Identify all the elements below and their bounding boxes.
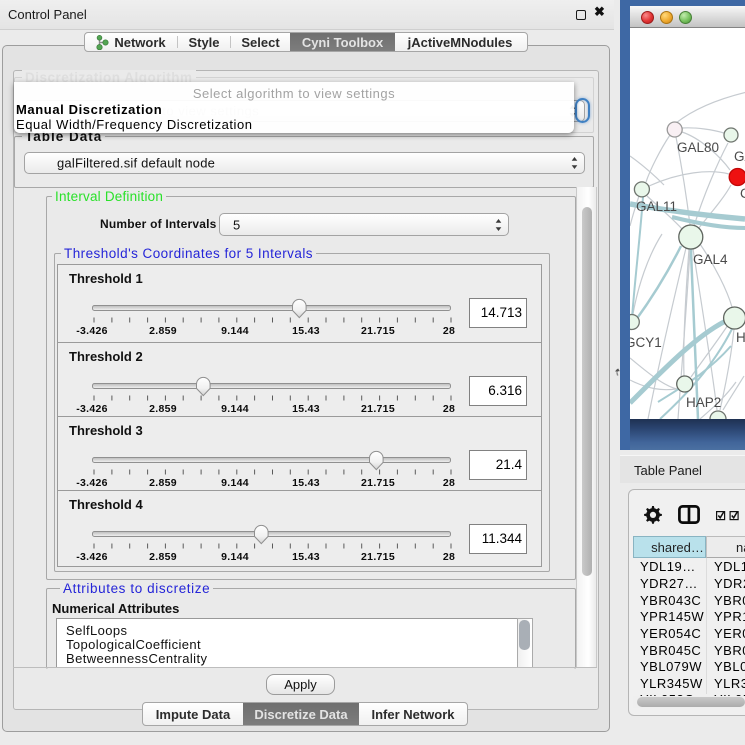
svg-text:GA: GA	[734, 149, 745, 164]
svg-text:GAL11: GAL11	[636, 199, 677, 214]
svg-text:C: C	[740, 186, 745, 201]
svg-text:GAL4: GAL4	[693, 252, 728, 267]
svg-text:GCY1: GCY1	[630, 335, 662, 350]
svg-text:H: H	[736, 330, 745, 345]
svg-text:GAL80: GAL80	[677, 140, 719, 155]
svg-text:HAP2: HAP2	[686, 395, 721, 410]
